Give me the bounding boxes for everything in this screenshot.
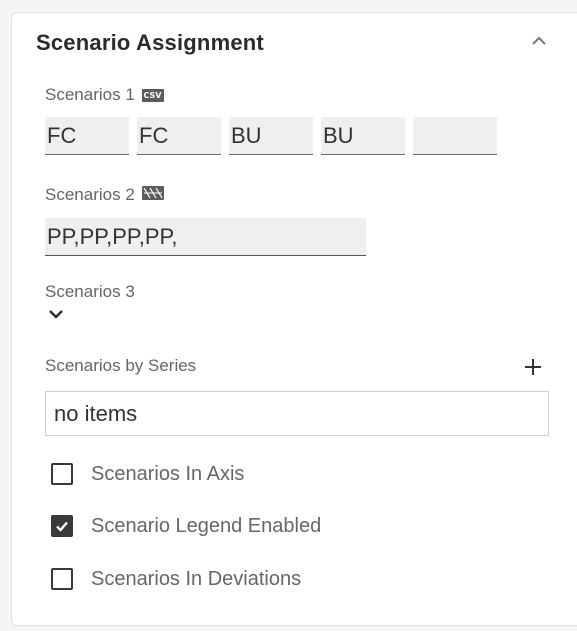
scenario-legend-enabled-checkbox[interactable] [51, 515, 73, 537]
scenarios-in-axis-checkbox[interactable] [51, 463, 73, 485]
scenarios-in-axis-label: Scenarios In Axis [91, 463, 245, 485]
scenarios-2-label-text: Scenarios 2 [45, 185, 135, 204]
scenarios-3-label: Scenarios 3 [45, 282, 135, 301]
csv-icon[interactable] [141, 186, 164, 200]
scenarios-2-label: Scenarios 2 [45, 185, 164, 205]
scenarios-2-input[interactable]: PP,PP,PP,PP, [45, 218, 366, 256]
scenarios-in-deviations-label: Scenarios In Deviations [91, 568, 302, 590]
scenarios-1-cell-3[interactable]: BU [229, 117, 313, 155]
panel-title: Scenario Assignment [36, 30, 264, 55]
checkmark-icon [56, 521, 68, 532]
scenarios-by-series-label: Scenarios by Series [45, 356, 197, 375]
scenarios-1-cell-5[interactable] [413, 117, 497, 155]
chevron-up-icon[interactable] [530, 34, 548, 48]
csv-icon[interactable]: CSV [141, 89, 164, 102]
scenarios-1-cell-4[interactable]: BU [321, 117, 405, 155]
scenarios-1-cell-2[interactable]: FC [137, 117, 221, 155]
scenarios-1-label-text: Scenarios 1 [45, 85, 135, 104]
scenarios-1-cell-1[interactable]: FC [45, 117, 129, 155]
scenarios-in-deviations-checkbox[interactable] [51, 568, 73, 590]
scenarios-1-label: Scenarios 1 CSV [45, 85, 164, 105]
chevron-down-icon[interactable] [48, 308, 64, 320]
plus-icon[interactable] [522, 356, 544, 378]
scenarios-by-series-list[interactable]: no items [45, 391, 549, 436]
scenario-legend-enabled-label: Scenario Legend Enabled [91, 515, 322, 537]
